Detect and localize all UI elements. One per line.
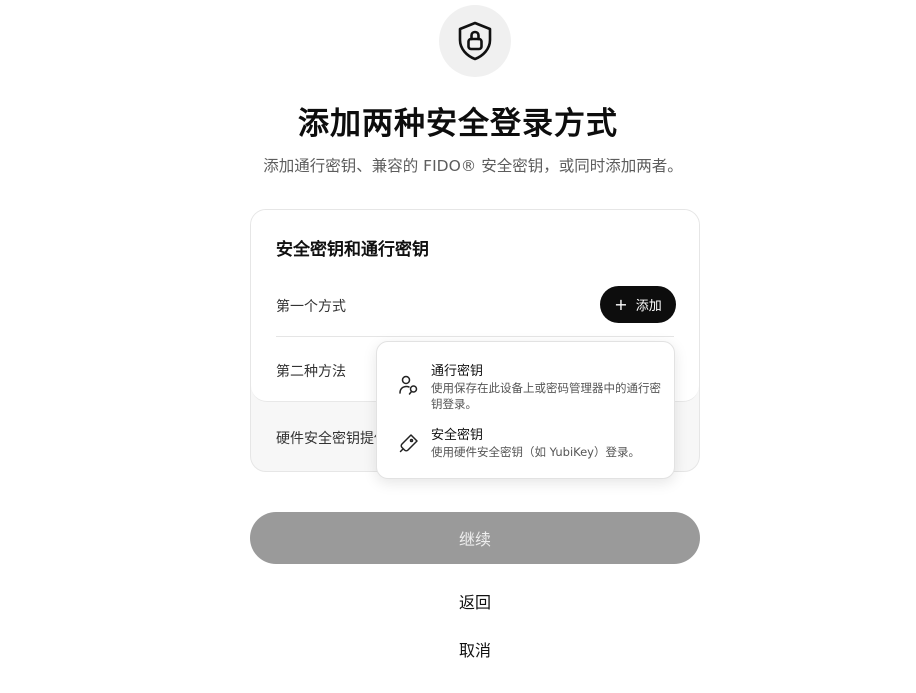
card-title: 安全密钥和通行密钥 <box>276 240 429 260</box>
menu-item-security-key[interactable]: 安全密钥 使用硬件安全密钥（如 YubiKey）登录。 <box>377 424 674 464</box>
usb-key-icon <box>399 434 418 453</box>
first-method-label: 第一个方式 <box>276 299 346 315</box>
security-key-description: 使用硬件安全密钥（如 YubiKey）登录。 <box>431 445 640 459</box>
second-method-label: 第二种方法 <box>276 364 346 380</box>
continue-button[interactable]: 继续 <box>250 512 700 564</box>
passkey-title: 通行密钥 <box>431 364 484 379</box>
page-subtitle: 添加通行密钥、兼容的 FIDO® 安全密钥，或同时添加两者。 <box>263 157 683 175</box>
shield-lock-icon <box>458 21 492 61</box>
back-button[interactable]: 返回 <box>0 589 916 613</box>
security-key-title: 安全密钥 <box>431 428 484 443</box>
cancel-button[interactable]: 取消 <box>0 637 916 661</box>
menu-item-passkey[interactable]: 通行密钥 使用保存在此设备上或密码管理器中的通行密钥登录。 <box>377 360 674 412</box>
page: 添加两种安全登录方式 添加通行密钥、兼容的 FIDO® 安全密钥，或同时添加两者… <box>0 0 916 693</box>
shield-badge <box>439 5 511 77</box>
person-key-icon <box>399 375 418 395</box>
divider <box>276 336 674 337</box>
add-button-label: 添加 <box>635 299 662 314</box>
add-method-button[interactable]: + 添加 <box>600 286 676 323</box>
passkey-description: 使用保存在此设备上或密码管理器中的通行密钥登录。 <box>431 381 661 411</box>
plus-icon: + <box>614 294 628 314</box>
card-footer-text: 硬件安全密钥提供 <box>276 431 388 447</box>
page-title: 添加两种安全登录方式 <box>298 106 618 142</box>
add-method-dropdown: 通行密钥 使用保存在此设备上或密码管理器中的通行密钥登录。 安全密钥 使用硬件安… <box>376 341 675 479</box>
